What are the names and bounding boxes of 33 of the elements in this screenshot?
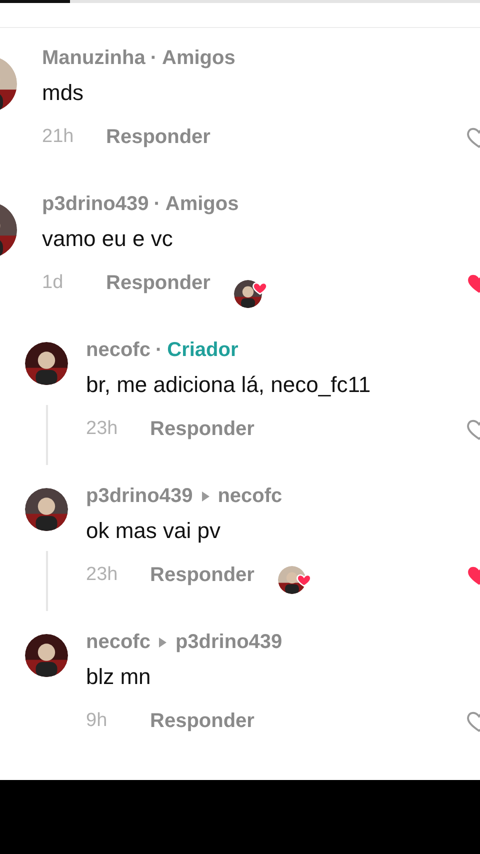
relation-label: Amigos (165, 192, 239, 216)
separator-dot: · (150, 46, 158, 70)
username[interactable]: p3drino439 (175, 630, 282, 654)
username[interactable]: p3drino439 (42, 192, 149, 216)
reply-button[interactable]: Responder (150, 564, 254, 586)
comment-text: mds (42, 79, 85, 107)
reply-button[interactable]: Responder (150, 418, 254, 440)
comment-text: vamo eu e vc (42, 225, 174, 253)
avatar[interactable] (25, 342, 68, 385)
reply-button[interactable]: Responder (106, 126, 210, 148)
relation-label: Criador (167, 338, 238, 362)
avatar[interactable] (25, 634, 68, 677)
username[interactable]: necofc (86, 338, 150, 362)
username[interactable]: p3drino439 (86, 484, 193, 508)
comment-text: blz mn (86, 663, 152, 691)
timestamp: 21h (42, 126, 75, 148)
username[interactable]: necofc (218, 484, 282, 508)
timestamp: 1d (42, 272, 64, 294)
comment-text: ok mas vai pv (86, 517, 222, 545)
caret-icon (158, 636, 168, 648)
separator-dot: · (155, 338, 162, 362)
comment-text: br, me adiciona lá, neco_fc11 (86, 371, 372, 399)
separator-dot: · (154, 192, 160, 216)
reply-button[interactable]: Responder (150, 710, 254, 732)
reply-button[interactable]: Responder (106, 272, 210, 294)
username[interactable]: Manuzinha (42, 46, 146, 70)
timestamp: 23h (86, 418, 119, 440)
username[interactable]: necofc (86, 630, 150, 654)
relation-label: Amigos (162, 46, 236, 70)
timestamp: 23h (86, 564, 119, 586)
avatar[interactable] (25, 488, 68, 531)
caret-icon (200, 490, 210, 502)
timestamp: 9h (86, 710, 108, 732)
